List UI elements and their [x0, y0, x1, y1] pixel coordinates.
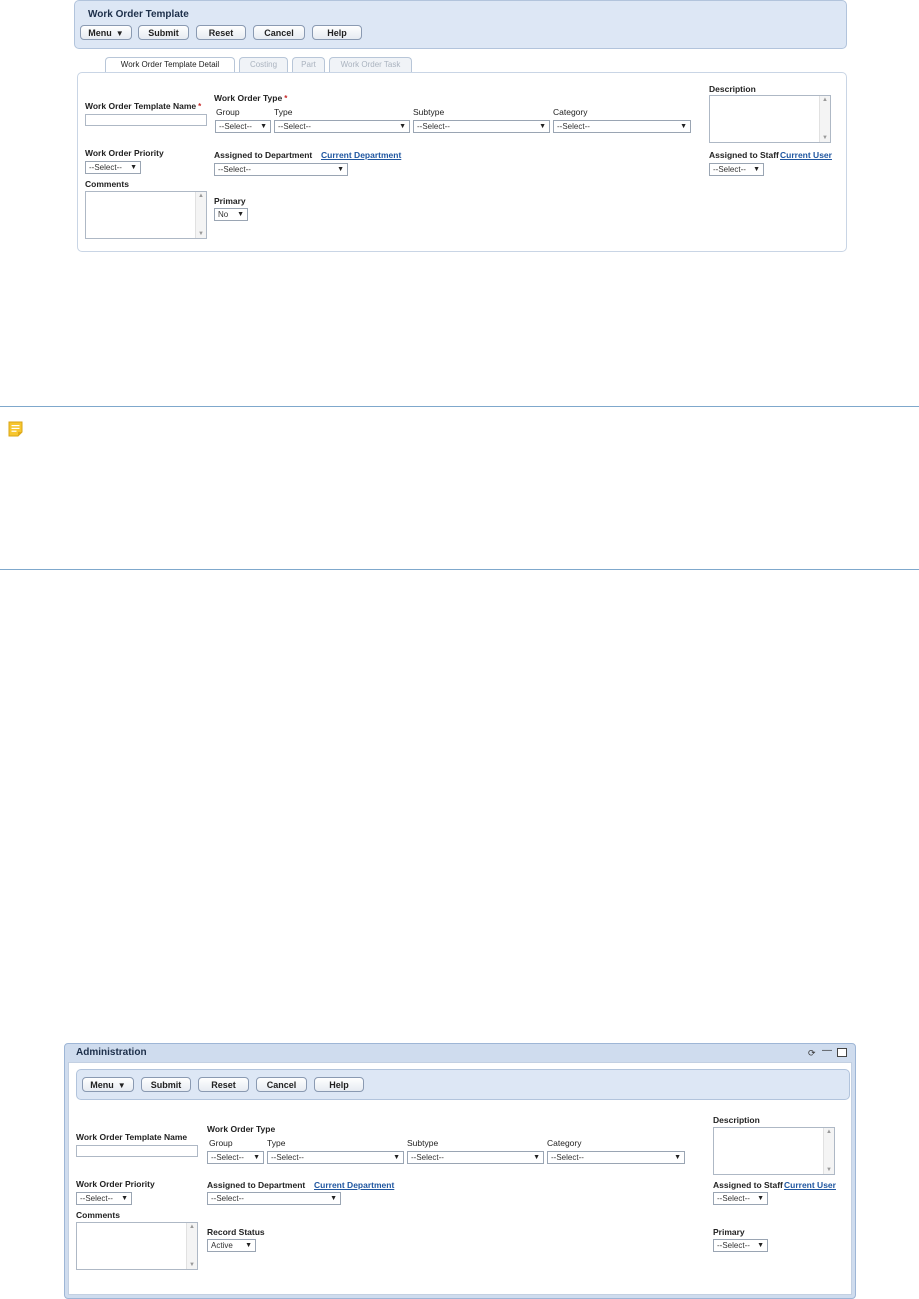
chevron-down-icon: ▼	[753, 166, 760, 173]
chevron-down-icon: ▼	[674, 1154, 681, 1161]
scrollbar[interactable]: ▲ ▼	[819, 96, 830, 142]
priority-label: Work Order Priority	[76, 1179, 155, 1189]
assigned-staff-label: Assigned to Staff	[713, 1180, 783, 1190]
assigned-staff-label: Assigned to Staff	[709, 150, 779, 160]
group-select[interactable]: --Select-- ▼	[207, 1151, 264, 1164]
work-order-type-label: Work Order Type	[207, 1124, 276, 1134]
primary-label: Primary	[214, 196, 246, 206]
template-name-label: Work Order Template Name *	[85, 101, 202, 111]
priority-label: Work Order Priority	[85, 148, 164, 158]
bottom-toolbar-panel: Menu ▼ Submit Reset Cancel Help	[76, 1069, 850, 1100]
comments-label: Comments	[76, 1210, 120, 1220]
subtype-select[interactable]: --Select-- ▼	[407, 1151, 544, 1164]
current-user-link[interactable]: Current User	[784, 1180, 836, 1190]
assigned-dept-select[interactable]: --Select-- ▼	[214, 163, 348, 176]
menu-button[interactable]: Menu ▼	[82, 1077, 134, 1092]
description-textarea[interactable]: ▲ ▼	[713, 1127, 835, 1175]
template-name-input[interactable]	[76, 1145, 198, 1157]
chevron-down-icon: ▼	[539, 123, 546, 130]
record-status-label: Record Status	[207, 1227, 265, 1237]
chevron-down-icon: ▼	[680, 123, 687, 130]
primary-select[interactable]: No ▼	[214, 208, 248, 221]
category-label: Category	[553, 107, 588, 117]
scrollbar[interactable]: ▲ ▼	[186, 1223, 197, 1269]
chevron-down-icon: ▼	[393, 1154, 400, 1161]
help-button[interactable]: Help	[312, 25, 362, 40]
primary-label: Primary	[713, 1227, 745, 1237]
record-status-select[interactable]: Active ▼	[207, 1239, 256, 1252]
assigned-dept-label: Assigned to Department	[214, 150, 313, 160]
assigned-staff-select[interactable]: --Select-- ▼	[709, 163, 764, 176]
assigned-dept-select[interactable]: --Select-- ▼	[207, 1192, 341, 1205]
note-icon	[8, 421, 23, 437]
comments-textarea[interactable]: ▲ ▼	[76, 1222, 198, 1270]
description-textarea[interactable]: ▲ ▼	[709, 95, 831, 143]
window-title: Administration	[76, 1047, 147, 1058]
group-label: Group	[216, 107, 240, 117]
chevron-down-icon: ▼	[260, 123, 267, 130]
chevron-down-icon: ▼	[117, 1081, 126, 1090]
chevron-down-icon: ▼	[757, 1195, 764, 1202]
subtype-label: Subtype	[413, 107, 445, 117]
type-select[interactable]: --Select-- ▼	[267, 1151, 404, 1164]
chevron-down-icon: ▼	[337, 166, 344, 173]
type-label: Type	[267, 1138, 286, 1148]
chevron-down-icon: ▼	[330, 1195, 337, 1202]
chevron-down-icon: ▼	[121, 1195, 128, 1202]
type-select[interactable]: --Select-- ▼	[274, 120, 410, 133]
category-select[interactable]: --Select-- ▼	[547, 1151, 685, 1164]
chevron-down-icon: ▼	[130, 164, 137, 171]
cancel-button[interactable]: Cancel	[256, 1077, 307, 1092]
help-button[interactable]: Help	[314, 1077, 364, 1092]
work-order-type-label: Work Order Type *	[214, 93, 288, 103]
comments-textarea[interactable]: ▲ ▼	[85, 191, 207, 239]
submit-button[interactable]: Submit	[141, 1077, 191, 1092]
description-label: Description	[709, 84, 756, 94]
top-toolbar-panel: Work Order Template Menu ▼ Submit Reset C…	[74, 0, 847, 49]
cancel-button[interactable]: Cancel	[253, 25, 305, 40]
current-department-link[interactable]: Current Department	[321, 150, 401, 160]
group-label: Group	[209, 1138, 233, 1148]
current-user-link[interactable]: Current User	[780, 150, 832, 160]
current-department-link[interactable]: Current Department	[314, 1180, 394, 1190]
primary-select[interactable]: --Select-- ▼	[713, 1239, 768, 1252]
tab-work-order-task[interactable]: Work Order Task	[329, 57, 412, 72]
reset-button[interactable]: Reset	[196, 25, 246, 40]
category-select[interactable]: --Select-- ▼	[553, 120, 691, 133]
assigned-staff-select[interactable]: --Select-- ▼	[713, 1192, 768, 1205]
tab-part[interactable]: Part	[292, 57, 325, 72]
chevron-down-icon: ▼	[115, 29, 124, 38]
refresh-icon[interactable]: ⟳	[808, 1048, 816, 1059]
minimize-icon[interactable]: —	[822, 1045, 832, 1056]
priority-select[interactable]: --Select-- ▼	[85, 161, 141, 174]
chevron-down-icon: ▼	[757, 1242, 764, 1249]
template-name-input[interactable]	[85, 114, 207, 126]
group-select[interactable]: --Select-- ▼	[215, 120, 271, 133]
template-name-label: Work Order Template Name	[76, 1132, 188, 1142]
description-label: Description	[713, 1115, 760, 1125]
chevron-down-icon: ▼	[237, 211, 244, 218]
submit-button[interactable]: Submit	[138, 25, 189, 40]
chevron-down-icon: ▼	[533, 1154, 540, 1161]
menu-button[interactable]: Menu ▼	[80, 25, 132, 40]
type-label: Type	[274, 107, 293, 117]
form-title: Work Order Template	[88, 9, 189, 20]
chevron-down-icon: ▼	[245, 1242, 252, 1249]
subtype-select[interactable]: --Select-- ▼	[413, 120, 550, 133]
chevron-down-icon: ▼	[399, 123, 406, 130]
note-top-divider	[0, 406, 919, 407]
assigned-dept-label: Assigned to Department	[207, 1180, 306, 1190]
priority-select[interactable]: --Select-- ▼	[76, 1192, 132, 1205]
comments-label: Comments	[85, 179, 129, 189]
category-label: Category	[547, 1138, 582, 1148]
scrollbar[interactable]: ▲ ▼	[823, 1128, 834, 1174]
tab-work-order-template-detail[interactable]: Work Order Template Detail	[105, 57, 235, 73]
scrollbar[interactable]: ▲ ▼	[195, 192, 206, 238]
subtype-label: Subtype	[407, 1138, 439, 1148]
maximize-icon[interactable]	[837, 1048, 847, 1057]
note-bottom-divider	[0, 569, 919, 570]
reset-button[interactable]: Reset	[198, 1077, 249, 1092]
chevron-down-icon: ▼	[253, 1154, 260, 1161]
tab-costing[interactable]: Costing	[239, 57, 288, 72]
